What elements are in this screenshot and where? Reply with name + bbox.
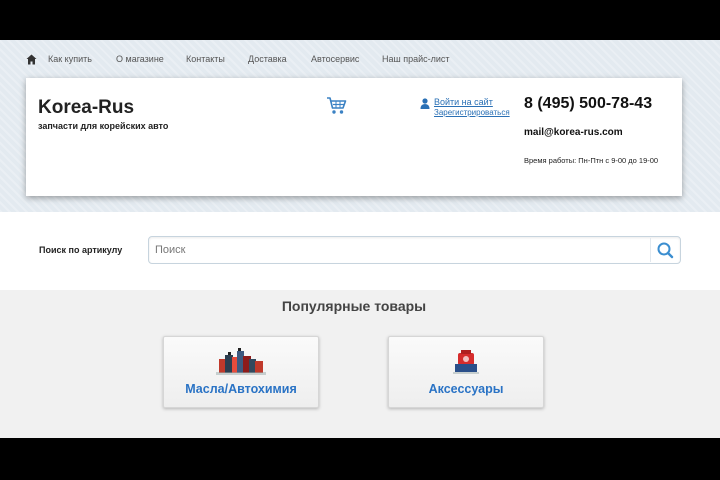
popular-products-title: Популярные товары (281, 298, 427, 314)
search-button[interactable] (650, 238, 679, 262)
brand-logo-text[interactable]: Korea-Rus (38, 97, 134, 119)
nav-item-price-list[interactable]: Наш прайс-лист (382, 54, 450, 64)
nav-item-delivery[interactable]: Доставка (248, 54, 287, 64)
cart-icon[interactable] (326, 96, 348, 116)
brand-tagline: запчасти для корейских авто (38, 121, 169, 131)
category-label-accessories: Аксессуары (428, 382, 504, 396)
nav-item-service[interactable]: Автосервис (311, 54, 359, 64)
category-card-accessories[interactable]: Аксессуары (388, 336, 544, 408)
nav-item-contacts[interactable]: Контакты (186, 54, 225, 64)
phone-number: 8 (495) 500-78-43 (524, 95, 653, 112)
header-card: Korea-Rus запчасти для корейских авто Во… (26, 78, 682, 196)
search-icon (657, 242, 674, 259)
category-card-oils[interactable]: Масла/Автохимия (163, 336, 319, 408)
nav-item-how-to-buy[interactable]: Как купить (48, 54, 92, 64)
accessories-icon (453, 350, 479, 374)
email-link[interactable]: mail@korea-rus.com (524, 127, 623, 138)
category-label-oils: Масла/Автохимия (185, 382, 297, 396)
oil-products-icon (216, 348, 266, 375)
user-icon (420, 98, 430, 109)
search-label: Поиск по артикулу (39, 245, 123, 255)
login-link[interactable]: Войти на сайт (434, 97, 493, 107)
nav-item-about[interactable]: О магазине (116, 54, 164, 64)
top-background: Как купить О магазине Контакты Доставка … (0, 40, 720, 212)
browser-viewport: Как купить О магазине Контакты Доставка … (0, 40, 720, 438)
register-link[interactable]: Зарегистрироваться (434, 108, 510, 117)
search-box (148, 236, 681, 264)
search-input[interactable] (155, 241, 645, 259)
top-nav: Как купить О магазине Контакты Доставка … (0, 52, 720, 68)
working-hours: Время работы: Пн-Птн с 9-00 до 19-00 (524, 156, 659, 165)
home-icon[interactable] (26, 54, 37, 65)
